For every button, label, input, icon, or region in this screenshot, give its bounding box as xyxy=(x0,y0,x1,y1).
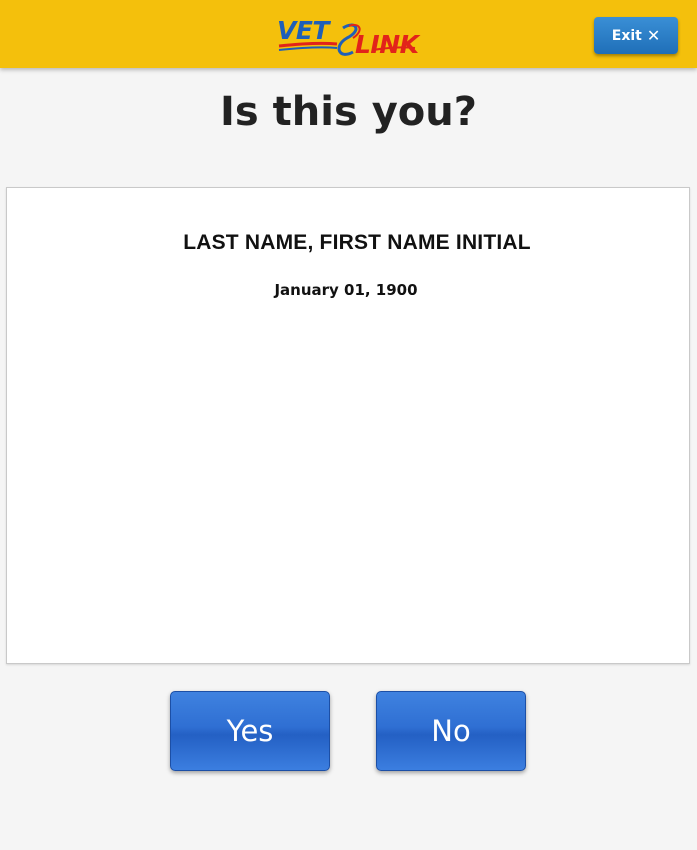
no-button-label: No xyxy=(431,714,471,748)
close-icon: ✕ xyxy=(646,25,661,45)
yes-button-label: Yes xyxy=(226,714,274,748)
exit-button[interactable]: Exit ✕ xyxy=(594,17,678,54)
logo-text-vet: VET xyxy=(277,16,329,45)
header-bar: VET LINK Exit ✕ xyxy=(0,0,697,68)
page-title: Is this you? xyxy=(220,89,477,135)
birth-date: January 01, 1900 xyxy=(274,281,418,299)
person-name: LAST NAME, FIRST NAME INITIAL xyxy=(183,231,531,254)
logo-text-link: LINK xyxy=(355,30,419,59)
identity-card: LAST NAME, FIRST NAME INITIAL January 01… xyxy=(6,187,690,664)
exit-button-label: Exit xyxy=(611,27,642,44)
no-button[interactable]: No xyxy=(376,691,526,771)
vetlink-logo: VET LINK xyxy=(277,16,419,62)
yes-button[interactable]: Yes xyxy=(170,691,330,771)
